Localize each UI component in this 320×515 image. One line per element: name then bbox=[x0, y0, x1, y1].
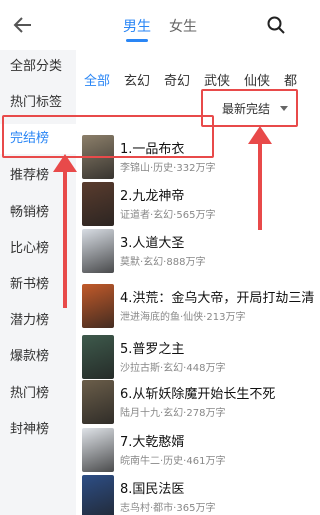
category-sidebar: 全部分类 热门标签 完结榜 推荐榜 畅销榜 比心榜 新书榜 潜力榜 爆款榜 热门… bbox=[0, 50, 76, 515]
book-cover bbox=[82, 380, 114, 424]
search-icon[interactable] bbox=[266, 15, 286, 35]
sidebar-item-hit[interactable]: 爆款榜 bbox=[0, 342, 76, 372]
book-cover bbox=[82, 475, 114, 515]
book-title: 3.人道大圣 bbox=[120, 236, 185, 251]
sidebar-item-recommended[interactable]: 推荐榜 bbox=[0, 161, 76, 191]
book-item[interactable]: 6.从斩妖除魔开始长生不死 陆月十九·玄幻·278万字 bbox=[82, 380, 300, 426]
filter-all[interactable]: 全部 bbox=[84, 70, 110, 89]
sidebar-item-fengshen[interactable]: 封神榜 bbox=[0, 415, 76, 445]
book-meta: 莫默·玄幻·888万字 bbox=[120, 257, 206, 268]
sidebar-item-hot-tags[interactable]: 热门标签 bbox=[0, 88, 76, 118]
book-title: 8.国民法医 bbox=[120, 482, 185, 497]
filter-xianxia[interactable]: 仙侠 bbox=[244, 70, 270, 89]
book-item[interactable]: 5.普罗之主 沙拉古斯·玄幻·448万字 bbox=[82, 335, 300, 381]
book-meta: 李锦山·历史·332万字 bbox=[120, 163, 216, 174]
book-cover bbox=[82, 135, 114, 179]
top-bar: 男生 女生 bbox=[0, 0, 300, 50]
book-cover bbox=[82, 428, 114, 472]
book-cover bbox=[82, 182, 114, 226]
book-title: 2.九龙神帝 bbox=[120, 189, 185, 204]
back-arrow-icon[interactable] bbox=[12, 14, 34, 36]
sidebar-item-new-books[interactable]: 新书榜 bbox=[0, 270, 76, 300]
sort-label: 最新完结 bbox=[222, 102, 271, 116]
book-item[interactable]: 2.九龙神帝 证道者·玄幻·565万字 bbox=[82, 182, 300, 228]
sidebar-item-bixin[interactable]: 比心榜 bbox=[0, 234, 76, 264]
sidebar-item-completed[interactable]: 完结榜 bbox=[0, 124, 76, 154]
book-item[interactable]: 7.大乾憨婿 皖南牛二·历史·461万字 bbox=[82, 428, 300, 474]
caret-down-icon bbox=[280, 106, 288, 111]
filter-xuanhuan[interactable]: 玄幻 bbox=[124, 70, 150, 89]
book-title: 5.普罗之主 bbox=[120, 342, 185, 357]
tab-female[interactable]: 女生 bbox=[169, 16, 197, 36]
book-cover bbox=[82, 229, 114, 273]
book-title: 4.洪荒：金乌大帝，开局打劫三清 bbox=[120, 291, 315, 306]
active-tab-indicator bbox=[126, 39, 148, 42]
book-title: 7.大乾憨婿 bbox=[120, 435, 185, 450]
book-meta: 志鸟村·都市·365万字 bbox=[120, 503, 216, 514]
tab-male[interactable]: 男生 bbox=[123, 16, 151, 36]
sidebar-item-popular[interactable]: 热门榜 bbox=[0, 379, 76, 409]
book-title: 1.一品布衣 bbox=[120, 142, 185, 157]
book-item[interactable]: 4.洪荒：金乌大帝，开局打劫三清 泄进海底的鱼·仙侠·213万字 bbox=[82, 284, 314, 330]
book-meta: 陆月十九·玄幻·278万字 bbox=[120, 408, 226, 419]
book-meta: 证道者·玄幻·565万字 bbox=[120, 210, 216, 221]
book-meta: 皖南牛二·历史·461万字 bbox=[120, 456, 226, 467]
book-cover bbox=[82, 335, 114, 379]
book-item[interactable]: 3.人道大圣 莫默·玄幻·888万字 bbox=[82, 229, 300, 275]
filter-dushi[interactable]: 都 bbox=[284, 70, 297, 89]
sort-dropdown[interactable]: 最新完结 bbox=[200, 89, 298, 127]
book-item[interactable]: 8.国民法医 志鸟村·都市·365万字 bbox=[82, 475, 300, 515]
sidebar-item-potential[interactable]: 潜力榜 bbox=[0, 306, 76, 336]
filter-qihuan[interactable]: 奇幻 bbox=[164, 70, 190, 89]
filter-wuxia[interactable]: 武侠 bbox=[204, 70, 230, 89]
book-title: 6.从斩妖除魔开始长生不死 bbox=[120, 387, 276, 402]
sidebar-item-all-categories[interactable]: 全部分类 bbox=[0, 52, 76, 82]
book-item[interactable]: 1.一品布衣 李锦山·历史·332万字 bbox=[82, 135, 300, 181]
book-cover bbox=[82, 284, 114, 328]
sidebar-item-bestseller[interactable]: 畅销榜 bbox=[0, 198, 76, 228]
book-meta: 泄进海底的鱼·仙侠·213万字 bbox=[120, 312, 246, 323]
book-meta: 沙拉古斯·玄幻·448万字 bbox=[120, 363, 226, 374]
